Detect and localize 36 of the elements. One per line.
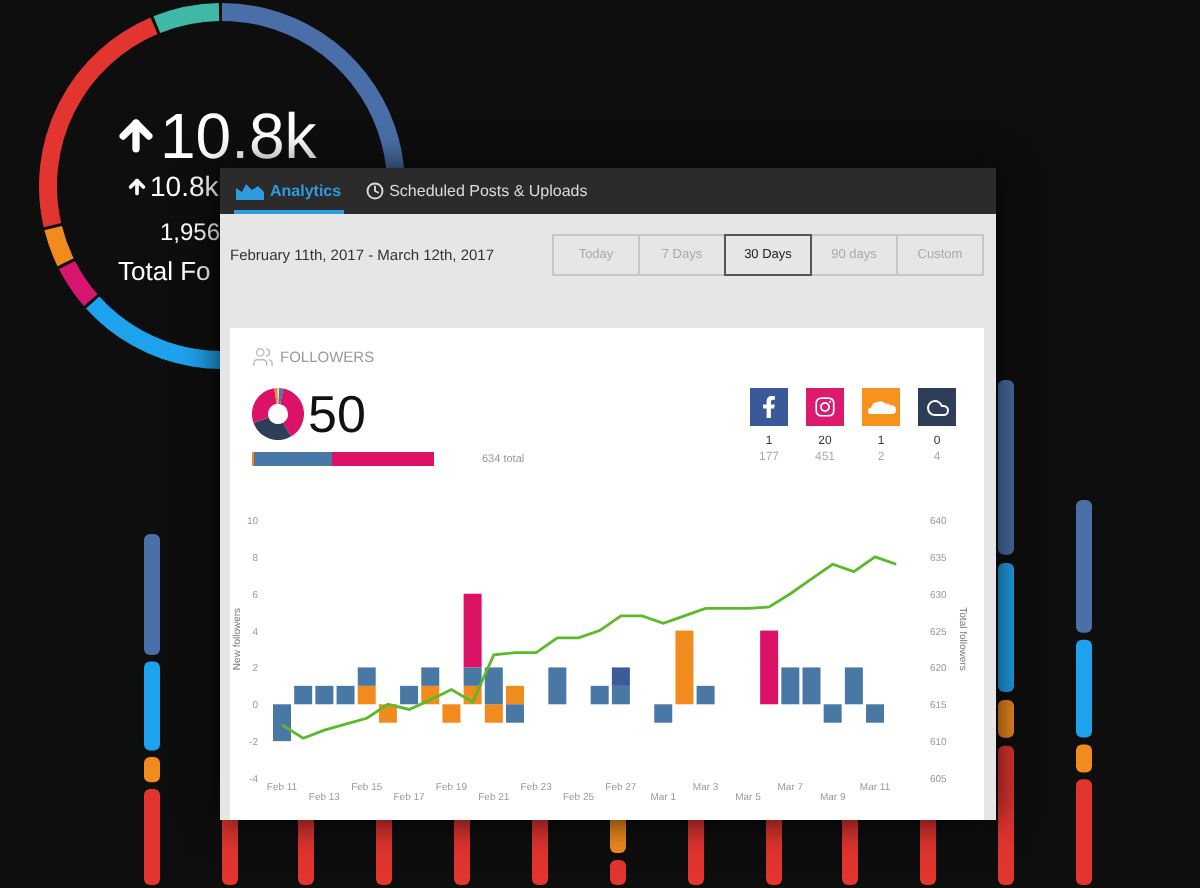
clock-icon (365, 182, 384, 200)
chart-bar (506, 704, 524, 723)
area-chart-icon (236, 182, 264, 200)
chart-bar (590, 685, 609, 705)
chart-bar (273, 704, 291, 742)
people-icon (252, 346, 274, 368)
nav-tab[interactable]: Scheduled Posts & Uploads (363, 168, 590, 214)
chart-bar (548, 667, 567, 705)
total-label: Total Fo (118, 258, 211, 284)
chart-bar (611, 685, 630, 705)
total-value: 1,956 (160, 220, 221, 244)
chart-bar (866, 704, 885, 723)
chart-bar (506, 685, 524, 705)
cloud-icon (867, 400, 895, 414)
cloud-icon (925, 395, 949, 419)
network-tile[interactable] (862, 388, 900, 426)
chart-bar (611, 667, 630, 686)
chart-bar (357, 685, 376, 705)
chart-bar (336, 685, 355, 705)
facebook-icon (758, 396, 780, 418)
arrow-up-icon (126, 175, 148, 197)
chart-bar (294, 685, 313, 705)
instagram-icon (814, 396, 836, 418)
network-tile[interactable] (750, 388, 788, 426)
donut-drawing (252, 388, 304, 440)
chart-bar (421, 667, 440, 686)
chart-bar (357, 667, 376, 686)
sub-value: 10.8k (150, 172, 219, 200)
chart-bar (442, 704, 461, 723)
chart-bar (315, 685, 334, 705)
network-tile[interactable] (918, 388, 956, 426)
network-tile[interactable] (806, 388, 844, 426)
headline-value: 10.8k (160, 104, 317, 168)
chart-bar (400, 685, 419, 705)
follower-count: 50 (308, 388, 366, 440)
nav-tab[interactable]: Analytics (234, 168, 344, 214)
